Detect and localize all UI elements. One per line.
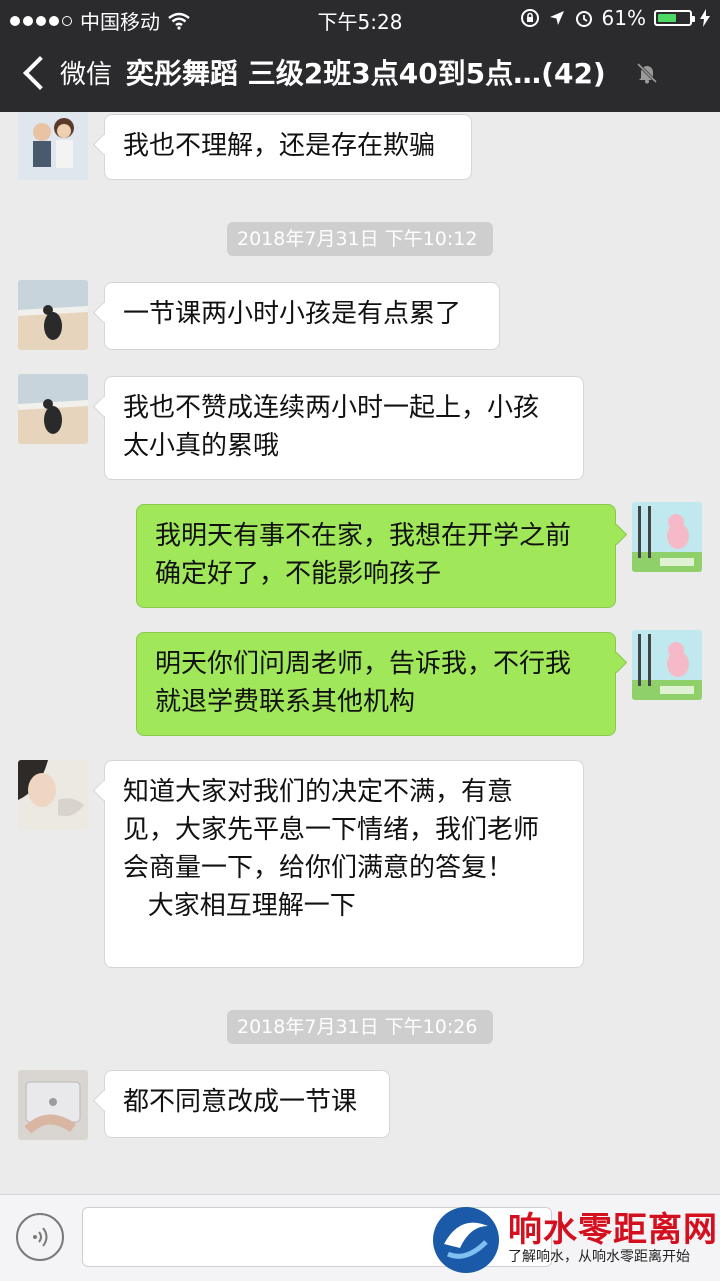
watermark: 响水零距离网 了解响水，从响水零距离开始	[428, 1200, 720, 1280]
message-bubble[interactable]: 我也不理解，还是存在欺骗	[104, 114, 472, 180]
chat-area[interactable]: 我也不理解，还是存在欺骗 2018年7月31日 下午10:12 一节课两小时小孩…	[0, 112, 720, 1194]
voice-icon	[33, 1227, 48, 1247]
avatar[interactable]	[18, 760, 88, 830]
location-icon	[549, 11, 564, 25]
message-bubble[interactable]: 明天你们问周老师，告诉我，不行我 就退学费联系其他机构	[136, 632, 616, 736]
message-bubble[interactable]: 都不同意改成一节课	[104, 1070, 390, 1138]
timestamp: 2018年7月31日 下午10:26	[227, 1010, 493, 1044]
watermark-title: 响水零距离网	[508, 1210, 718, 1250]
message-bubble[interactable]: 知道大家对我们的决定不满，有意 见，大家先平息一下情绪，我们老师 会商量一下，给…	[104, 760, 584, 968]
charging-icon	[700, 9, 710, 27]
mute-bell-icon	[636, 62, 658, 84]
message-bubble[interactable]: 一节课两小时小孩是有点累了	[104, 282, 500, 350]
message-bubble[interactable]: 我明天有事不在家，我想在开学之前 确定好了，不能影响孩子	[136, 504, 616, 608]
alarm-icon	[575, 11, 592, 27]
avatar[interactable]	[18, 374, 88, 444]
rotation-lock-icon	[520, 9, 539, 27]
watermark-subtitle: 了解响水，从响水零距离开始	[508, 1249, 690, 1265]
back-label: 微信	[60, 60, 113, 90]
voice-input-button[interactable]	[16, 1213, 64, 1261]
avatar[interactable]	[632, 502, 702, 572]
avatar[interactable]	[18, 112, 88, 180]
message-bubble[interactable]: 我也不赞成连续两小时一起上，小孩 太小真的累哦	[104, 376, 584, 480]
nav-bar: 微信 奕彤舞蹈 三级2班3点40到5点…(42)	[0, 36, 720, 112]
status-bar: 中国移动 下午5:28 61%	[0, 0, 720, 36]
avatar[interactable]	[632, 630, 702, 700]
back-button[interactable]: 微信	[20, 54, 112, 91]
chevron-left-icon	[23, 55, 57, 90]
timestamp: 2018年7月31日 下午10:12	[227, 222, 493, 256]
chat-title: 奕彤舞蹈 三级2班3点40到5点…(42)	[126, 57, 606, 90]
battery-percent: 61%	[601, 6, 646, 30]
avatar[interactable]	[18, 280, 88, 350]
watermark-logo	[433, 1207, 499, 1273]
battery-icon	[654, 10, 695, 26]
avatar[interactable]	[18, 1070, 88, 1140]
